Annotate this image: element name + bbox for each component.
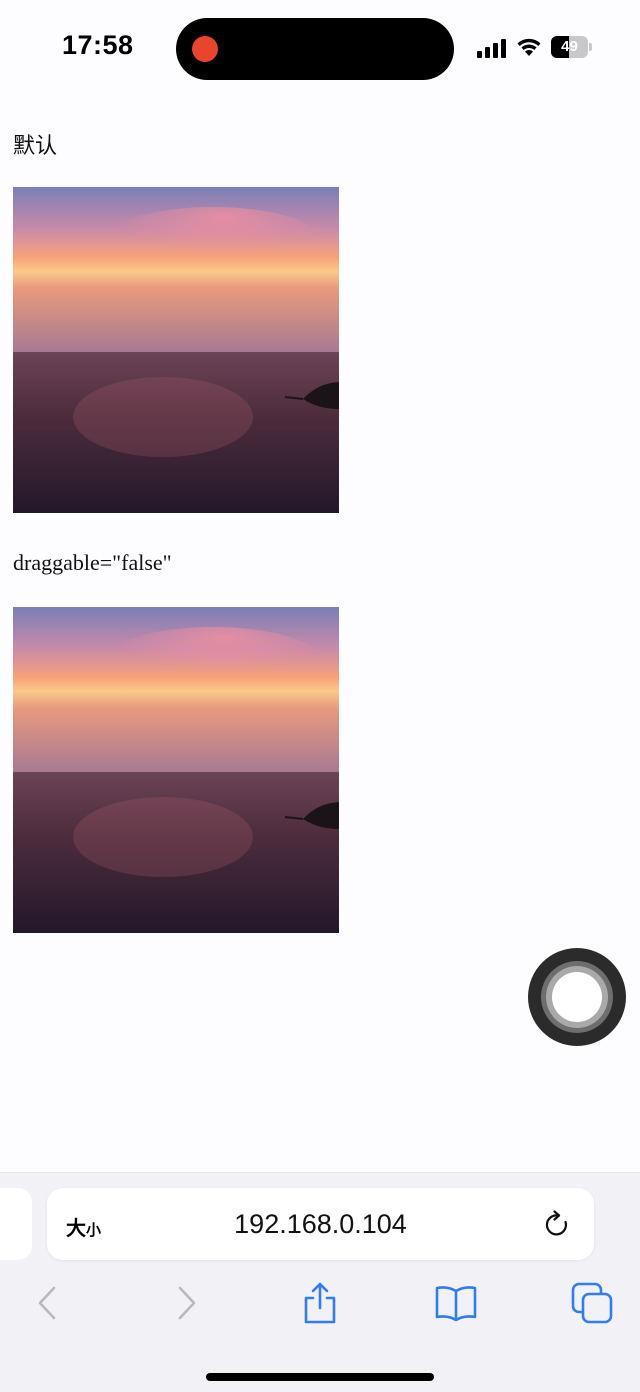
previous-tab-preview[interactable] bbox=[0, 1188, 32, 1260]
cellular-signal-icon bbox=[477, 39, 506, 58]
battery-level: 49 bbox=[561, 38, 578, 55]
battery-icon: 49 bbox=[551, 36, 593, 58]
section-label-draggable-false: draggable="false" bbox=[13, 550, 172, 575]
sunset-photo-draggable-false[interactable] bbox=[13, 607, 339, 933]
browser-bottom-bar: 大小 192.168.0.104 bbox=[0, 1172, 640, 1392]
section-label-default: 默认 bbox=[13, 134, 58, 159]
dynamic-island[interactable] bbox=[176, 18, 454, 80]
share-icon[interactable] bbox=[298, 1281, 342, 1325]
screen-recording-icon bbox=[192, 36, 218, 62]
bookmarks-icon[interactable] bbox=[434, 1281, 478, 1325]
status-bar: 17:58 49 bbox=[0, 0, 640, 100]
url-text[interactable]: 192.168.0.104 bbox=[47, 1188, 594, 1260]
forward-icon[interactable] bbox=[164, 1281, 208, 1325]
status-time: 17:58 bbox=[62, 30, 134, 60]
tabs-icon[interactable] bbox=[570, 1281, 614, 1325]
browser-toolbar bbox=[0, 1281, 640, 1341]
address-bar[interactable]: 大小 192.168.0.104 bbox=[47, 1188, 594, 1260]
assistive-touch-button[interactable] bbox=[528, 948, 626, 1046]
reload-icon[interactable] bbox=[544, 1210, 572, 1240]
sunset-photo-default[interactable] bbox=[13, 187, 339, 513]
wifi-icon bbox=[517, 38, 541, 56]
back-icon[interactable] bbox=[26, 1281, 70, 1325]
home-indicator[interactable] bbox=[206, 1373, 434, 1381]
